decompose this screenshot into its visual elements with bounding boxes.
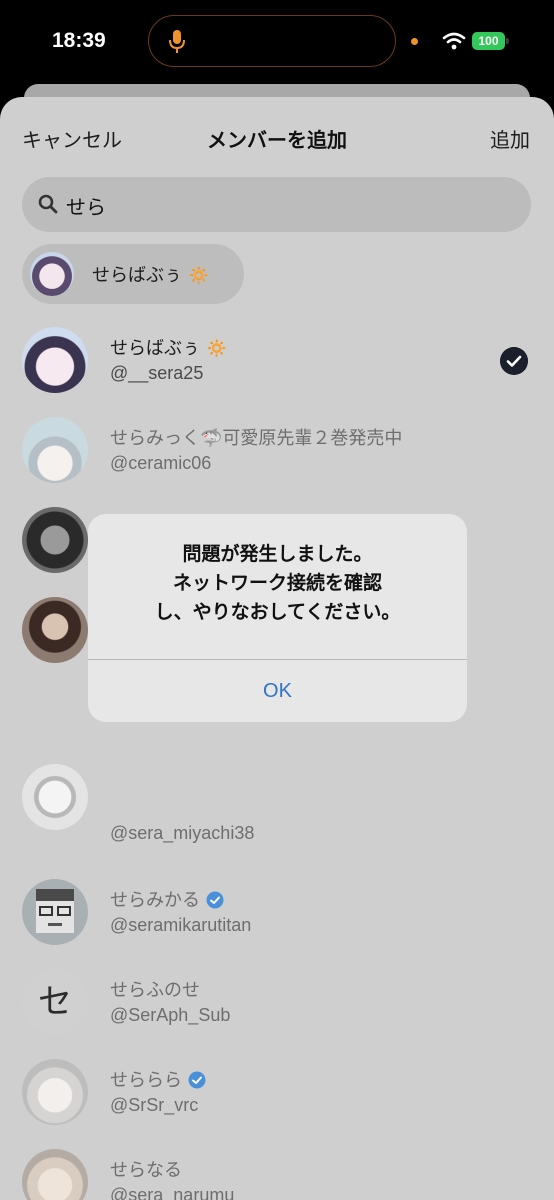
list-item[interactable]: @sera_miyachi38 xyxy=(0,764,554,866)
microphone-icon xyxy=(169,30,185,53)
avatar xyxy=(22,507,88,573)
avatar: セ xyxy=(22,969,88,1035)
user-handle: @sera_narumu xyxy=(110,1185,235,1200)
avatar-glyph: セ xyxy=(38,982,72,1022)
user-handle: @seramikarutitan xyxy=(110,915,252,935)
status-bar: 18:39 100 xyxy=(0,0,554,84)
user-name: せららら xyxy=(110,1066,206,1092)
search-icon xyxy=(38,194,58,214)
verified-badge-icon xyxy=(206,891,224,909)
user-handle: @SerAph_Sub xyxy=(110,1005,231,1025)
wifi-icon xyxy=(442,32,466,50)
page-title: メンバーを追加 xyxy=(207,128,347,152)
pixel-face-icon xyxy=(36,889,74,933)
checkmark-icon xyxy=(500,347,528,375)
battery-level: 100 xyxy=(472,32,505,50)
search-query: せら xyxy=(66,195,106,219)
add-button[interactable]: 追加 xyxy=(490,124,530,153)
ok-button[interactable]: OK xyxy=(88,660,467,722)
battery-tip xyxy=(506,38,509,44)
list-item[interactable]: せらなる @sera_narumu xyxy=(0,1136,554,1200)
list-item[interactable]: せららら @SrSr_vrc xyxy=(0,1046,554,1136)
avatar xyxy=(22,417,88,483)
user-name-text: せららら xyxy=(110,1070,182,1091)
user-name-text: せらみかる xyxy=(110,890,200,911)
user-name: せらみかる xyxy=(110,886,224,912)
alert-message: 問題が発生しました。 ネットワーク接続を確認 し、やりなおしてください。 xyxy=(88,540,467,627)
avatar xyxy=(22,764,88,830)
user-name: せらみっく🦈可愛原先輩２巻発売中 xyxy=(110,428,403,449)
user-name: せらふのせ xyxy=(110,980,200,1001)
avatar xyxy=(22,879,88,945)
avatar xyxy=(22,327,88,393)
selected-member-chip[interactable]: せらばぶぅ 🔅 xyxy=(22,244,244,304)
avatar xyxy=(30,252,74,296)
chip-label: せらばぶぅ 🔅 xyxy=(92,265,211,286)
list-item[interactable]: せらみっく🦈可愛原先輩２巻発売中 @ceramic06 xyxy=(0,404,554,494)
battery-icon: 100 xyxy=(472,32,509,50)
list-item[interactable]: セ せらふのせ @SerAph_Sub xyxy=(0,956,554,1046)
verified-badge-icon xyxy=(188,1071,206,1089)
alert-message-line: ネットワーク接続を確認 xyxy=(172,572,382,594)
search-input[interactable]: せら xyxy=(22,177,531,232)
avatar xyxy=(22,1059,88,1125)
privacy-indicator-dot xyxy=(411,38,418,45)
dynamic-island xyxy=(148,15,396,67)
avatar xyxy=(22,597,88,663)
avatar xyxy=(22,1149,88,1200)
user-name: せらなる xyxy=(110,1160,182,1181)
user-handle: @SrSr_vrc xyxy=(110,1095,199,1115)
error-alert-dialog: 問題が発生しました。 ネットワーク接続を確認 し、やりなおしてください。 OK xyxy=(88,514,467,722)
alert-message-line: し、やりなおしてください。 xyxy=(154,601,401,623)
status-time: 18:39 xyxy=(52,29,106,52)
user-name: せらばぶぅ 🔅 xyxy=(110,338,229,359)
user-handle: @sera_miyachi38 xyxy=(110,823,255,843)
list-item[interactable]: せらみかる @seramikarutitan xyxy=(0,866,554,956)
user-handle: @__sera25 xyxy=(110,363,204,383)
list-item[interactable]: せらばぶぅ 🔅 @__sera25 xyxy=(0,314,554,404)
alert-message-line: 問題が発生しました。 xyxy=(182,543,373,565)
user-handle: @ceramic06 xyxy=(110,453,212,473)
